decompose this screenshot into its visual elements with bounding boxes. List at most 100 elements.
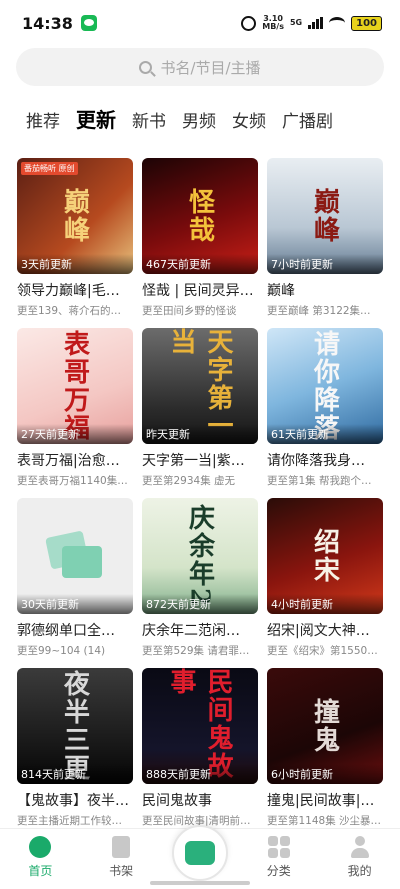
tab-radio-drama[interactable]: 广播剧 <box>282 107 333 132</box>
update-time-badge: 467天前更新 <box>142 254 258 274</box>
book-title[interactable]: 表哥万福|治愈… <box>17 450 133 470</box>
book-cover[interactable]: 绍宋 4小时前更新 <box>267 498 383 614</box>
network-type: 5G <box>289 18 303 27</box>
category-tabs: 推荐 更新 新书 男频 女频 广播剧 <box>26 104 333 133</box>
book-card[interactable]: 民间鬼故事 888天前更新 民间鬼故事 更至民间故事|清明前… <box>142 668 258 838</box>
signal-icon <box>308 17 324 29</box>
book-cover[interactable]: 民间鬼故事 888天前更新 <box>142 668 258 784</box>
book-title[interactable]: 巅峰 <box>267 280 383 300</box>
tab-recommend[interactable]: 推荐 <box>26 107 60 132</box>
update-time-badge: 30天前更新 <box>17 594 133 614</box>
book-card[interactable]: 撞鬼 6小时前更新 撞鬼|民间故事|… 更至第1148集 沙尘暴… <box>267 668 383 838</box>
latest-episode: 更至第2934集 虚无 <box>142 475 236 487</box>
book-cover[interactable]: 怪哉 467天前更新 <box>142 158 258 274</box>
cover-art-title: 绍宋 <box>309 528 340 584</box>
latest-episode: 更至表哥万福1140集… <box>17 475 128 487</box>
tab-female[interactable]: 女频 <box>232 107 266 132</box>
book-card[interactable]: 巅峰 7小时前更新 巅峰 更至巅峰 第3122集… <box>267 158 383 328</box>
book-cover[interactable]: 撞鬼 6小时前更新 <box>267 668 383 784</box>
battery-indicator: 100 <box>351 15 382 31</box>
book-cover[interactable]: 请你降落 61天前更新 <box>267 328 383 444</box>
cover-art-title: 撞鬼 <box>309 698 340 754</box>
book-card[interactable]: 天字第一当 昨天更新天字第一当|紫… 更至第2934集 虚无 <box>142 328 258 498</box>
latest-episode: 更至第1148集 沙尘暴… <box>267 815 382 827</box>
search-placeholder: 书名/节目/主播 <box>160 58 261 77</box>
search-icon <box>139 60 153 74</box>
book-title[interactable]: 撞鬼|民间故事|… <box>267 790 383 810</box>
book-title[interactable]: 领导力巅峰|毛… <box>17 280 133 300</box>
bookshelf-icon <box>112 836 131 858</box>
latest-episode: 更至主播近期工作较… <box>17 815 122 827</box>
cover-art-title: 巅峰 <box>309 188 340 244</box>
wechat-notification-icon <box>80 15 97 31</box>
cover-art-title: 庆余年2 <box>184 503 215 609</box>
network-speed: 3.10 MB/s <box>262 15 284 31</box>
book-card[interactable]: 30天前更新 郭德纲单口全… 更至99~104 (14) <box>17 498 133 668</box>
nav-mine[interactable]: 我的 <box>330 836 390 879</box>
now-playing-button[interactable] <box>171 825 228 881</box>
nav-home-label: 首页 <box>28 864 53 878</box>
update-time-badge: 872天前更新 <box>142 594 258 614</box>
book-title[interactable]: 请你降落我身… <box>267 450 383 470</box>
book-title[interactable]: 天字第一当|紫… <box>142 450 258 470</box>
latest-episode: 更至139、蒋介石的… <box>17 305 122 317</box>
book-card[interactable]: 怪哉 467天前更新 怪哉 | 民间灵异… 更至田间乡野的怪谈 <box>142 158 258 328</box>
book-cover[interactable]: 30天前更新 <box>17 498 133 614</box>
book-cover[interactable]: 巅峰 7小时前更新 <box>267 158 383 274</box>
book-title[interactable]: 【鬼故事】夜半… <box>17 790 133 810</box>
update-time-badge: 4小时前更新 <box>267 594 383 614</box>
nav-category[interactable]: 分类 <box>249 836 309 879</box>
book-cover[interactable]: 天字第一当 昨天更新 <box>142 328 258 444</box>
book-cover[interactable]: 庆余年2 872天前更新 <box>142 498 258 614</box>
alarm-icon <box>241 15 257 31</box>
latest-episode: 更至第1集 帮我跑个… <box>267 475 372 487</box>
book-cover[interactable]: 夜半三更 814天前更新 <box>17 668 133 784</box>
status-time: 14:38 <box>22 13 73 33</box>
book-grid: 巅峰 番茄畅听 原创 3天前更新领导力巅峰|毛… 更至139、蒋介石的… 怪哉 467天前… <box>17 158 383 838</box>
home-indicator[interactable] <box>150 881 250 885</box>
image-placeholder-icon <box>45 530 102 578</box>
book-title[interactable]: 民间鬼故事 <box>142 790 258 810</box>
tab-male[interactable]: 男频 <box>182 107 216 132</box>
book-cover[interactable]: 表哥万福 27天前更新 <box>17 328 133 444</box>
latest-episode: 更至第529集 请君罪… <box>142 645 250 657</box>
book-title[interactable]: 庆余年二范闲… <box>142 620 258 640</box>
cover-art-title: 怪哉 <box>184 188 215 244</box>
wifi-icon <box>329 17 346 29</box>
update-time-badge: 3天前更新 <box>17 254 133 274</box>
book-card[interactable]: 夜半三更 814天前更新【鬼故事】夜半… 更至主播近期工作较… <box>17 668 133 838</box>
publisher-tag: 番茄畅听 原创 <box>21 162 78 175</box>
book-title[interactable]: 郭德纲单口全… <box>17 620 133 640</box>
book-title[interactable]: 怪哉 | 民间灵异… <box>142 280 258 300</box>
nav-bookshelf-label: 书架 <box>109 864 134 878</box>
update-time-badge: 6小时前更新 <box>267 764 383 784</box>
update-time-badge: 61天前更新 <box>267 424 383 444</box>
tab-updates[interactable]: 更新 <box>76 104 116 133</box>
bottom-nav: 首页 书架 分类 我的 <box>0 825 400 889</box>
book-cover[interactable]: 巅峰 番茄畅听 原创 3天前更新 <box>17 158 133 274</box>
nav-mine-label: 我的 <box>347 864 372 878</box>
home-icon <box>29 836 52 858</box>
latest-episode: 更至田间乡野的怪谈 <box>142 305 237 317</box>
book-title[interactable]: 绍宋|阅文大神… <box>267 620 383 640</box>
book-card[interactable]: 表哥万福 27天前更新表哥万福|治愈… 更至表哥万福1140集… <box>17 328 133 498</box>
update-time-badge: 888天前更新 <box>142 764 258 784</box>
update-time-badge: 27天前更新 <box>17 424 133 444</box>
status-indicators: 3.10 MB/s 5G 100 <box>241 15 382 31</box>
profile-icon <box>349 836 371 858</box>
tab-new-books[interactable]: 新书 <box>132 107 166 132</box>
latest-episode: 更至《绍宋》第1550… <box>267 645 378 657</box>
book-card[interactable]: 请你降落 61天前更新请你降落我身… 更至第1集 帮我跑个… <box>267 328 383 498</box>
book-card[interactable]: 庆余年2 872天前更新 庆余年二范闲… 更至第529集 请君罪… <box>142 498 258 668</box>
network-speed-unit: MB/s <box>262 22 284 31</box>
category-icon <box>267 836 290 858</box>
update-time-badge: 814天前更新 <box>17 764 133 784</box>
cover-art-title: 巅峰 <box>59 188 90 244</box>
book-card[interactable]: 巅峰 番茄畅听 原创 3天前更新领导力巅峰|毛… 更至139、蒋介石的… <box>17 158 133 328</box>
search-bar[interactable]: 书名/节目/主播 <box>16 48 384 86</box>
nav-category-label: 分类 <box>266 864 291 878</box>
latest-episode: 更至巅峰 第3122集… <box>267 305 371 317</box>
nav-home[interactable]: 首页 <box>10 836 70 879</box>
book-card[interactable]: 绍宋 4小时前更新 绍宋|阅文大神… 更至《绍宋》第1550… <box>267 498 383 668</box>
nav-bookshelf[interactable]: 书架 <box>91 836 151 879</box>
